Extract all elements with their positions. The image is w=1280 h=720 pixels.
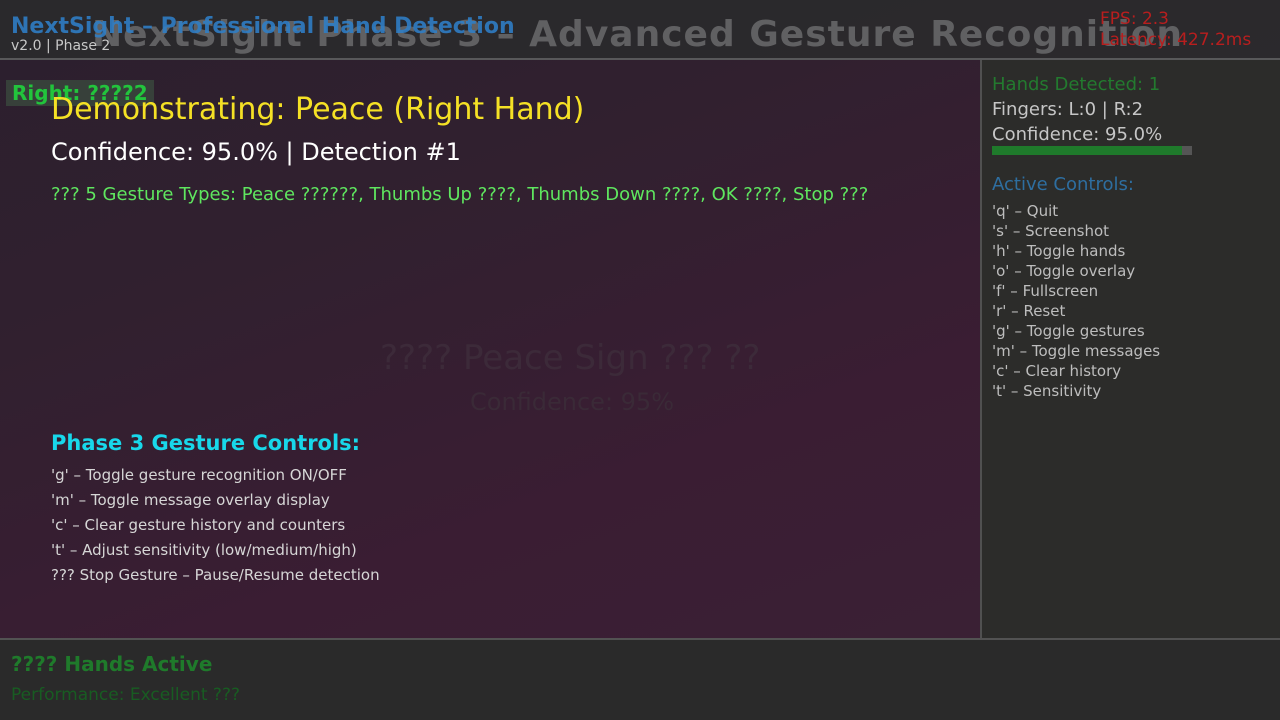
gesture-types-list: ??? 5 Gesture Types: Peace ??????, Thumb… [51,184,869,205]
shortcut-reset: 'r' – Reset [992,302,1066,320]
fps-readout: FPS: 2.3 [1100,9,1169,29]
app-version: v2.0 | Phase 2 [11,38,111,54]
shortcut-clear-history: 'c' – Clear history [992,362,1122,380]
nextsight-app-window: NextSight Phase 3 – Advanced Gesture Rec… [0,0,1280,720]
gesture-control-line: 'm' – Toggle message overlay display [51,491,330,509]
sidebar-confidence: Confidence: 95.0% [992,124,1163,145]
hands-detected-count: Hands Detected: 1 [992,74,1161,95]
shortcut-quit: 'q' – Quit [992,202,1059,220]
status-footer: ???? Hands Active Performance: Excellent… [0,638,1280,720]
hands-active-status: ???? Hands Active [11,652,213,676]
gesture-control-line: ??? Stop Gesture – Pause/Resume detectio… [51,566,380,584]
gesture-confidence-line: Confidence: 95.0% | Detection #1 [51,138,461,166]
finger-count: Fingers: L:0 | R:2 [992,99,1144,120]
shortcut-sensitivity: 't' – Sensitivity [992,382,1102,400]
active-controls-title: Active Controls: [992,174,1134,195]
performance-status: Performance: Excellent ??? [11,685,240,705]
gesture-demo-title: Demonstrating: Peace (Right Hand) [51,92,585,127]
shortcut-toggle-messages: 'm' – Toggle messages [992,342,1161,360]
camera-view: Right: ????2 Demonstrating: Peace (Right… [0,60,980,640]
header-bar: NextSight Phase 3 – Advanced Gesture Rec… [0,0,1280,60]
gesture-control-line: 't' – Adjust sensitivity (low/medium/hig… [51,541,357,559]
app-title: NextSight – Professional Hand Detection [11,14,515,39]
latency-readout: Latency: 427.2ms [1100,30,1252,50]
stats-sidebar: Hands Detected: 1 Fingers: L:0 | R:2 Con… [980,60,1280,640]
confidence-bar [992,146,1192,155]
shortcut-fullscreen: 'f' – Fullscreen [992,282,1099,300]
shortcut-toggle-gestures: 'g' – Toggle gestures [992,322,1145,340]
shortcut-toggle-hands: 'h' – Toggle hands [992,242,1126,260]
confidence-bar-fill [992,146,1182,155]
gesture-control-line: 'c' – Clear gesture history and counters [51,516,346,534]
shortcut-toggle-overlay: 'o' – Toggle overlay [992,262,1136,280]
shortcut-screenshot: 's' – Screenshot [992,222,1110,240]
faint-gesture-message: ???? Peace Sign ??? ?? [380,338,761,378]
faint-gesture-confidence: Confidence: 95% [470,388,674,416]
gesture-controls-title: Phase 3 Gesture Controls: [51,431,361,455]
gesture-control-line: 'g' – Toggle gesture recognition ON/OFF [51,466,347,484]
